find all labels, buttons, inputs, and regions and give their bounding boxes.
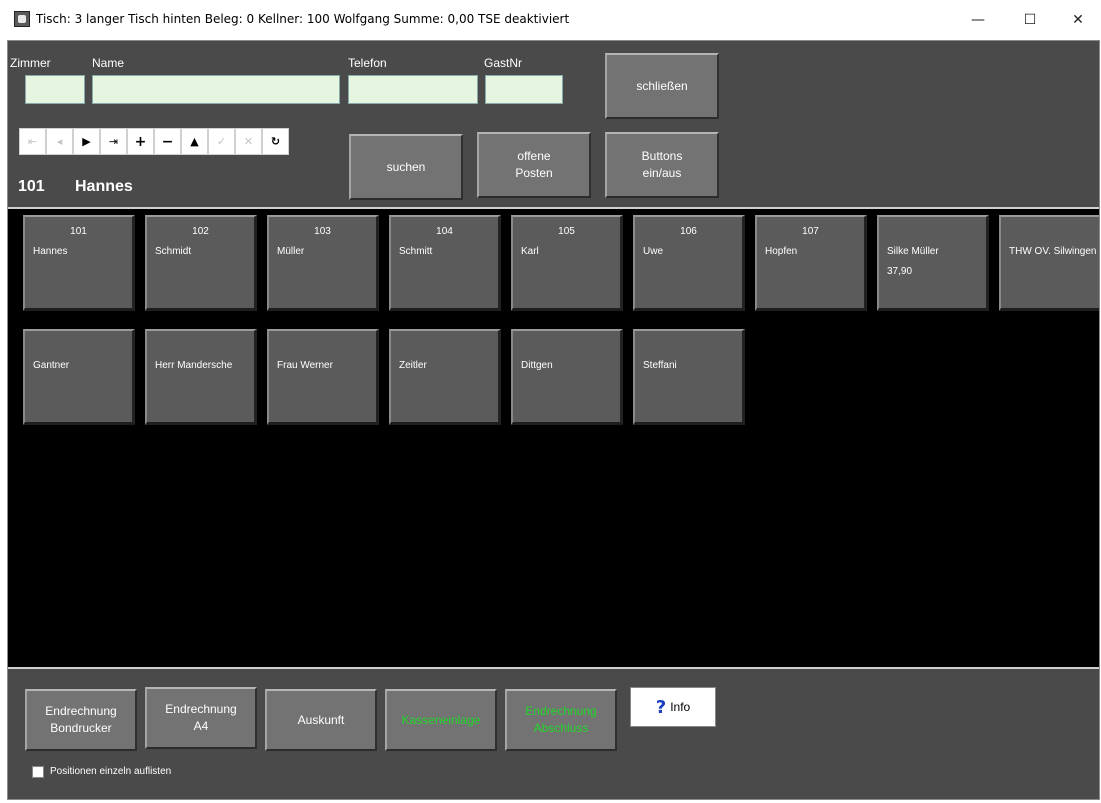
maximize-button[interactable]: ☐	[1007, 0, 1053, 40]
guest-tile-name: Müller	[277, 246, 305, 257]
guest-tile[interactable]: Gantner	[23, 329, 135, 425]
positionen-checkbox-label: Positionen einzeln auflisten	[50, 766, 172, 777]
guest-tile-name: Dittgen	[521, 360, 553, 371]
gastnr-label: GastNr	[484, 56, 523, 70]
next-record-button[interactable]: ▶	[73, 128, 100, 155]
guest-tile[interactable]: 103 Müller	[267, 215, 379, 311]
auskunft-button[interactable]: Auskunft	[265, 689, 377, 751]
first-record-button[interactable]: ⇤	[19, 128, 46, 155]
window-titlebar: Tisch: 3 langer Tisch hinten Beleg: 0 Ke…	[0, 0, 1101, 40]
guest-tile-name: Schmitt	[399, 246, 433, 257]
window-content: Zimmer Name Telefon GastNr ⇤ ◂ ▶ ⇥ + − ▲…	[7, 40, 1100, 800]
guest-tile-number: 105	[558, 226, 575, 237]
guest-tile[interactable]: Zeitler	[389, 329, 501, 425]
guest-tile-number: 102	[192, 226, 209, 237]
edit-record-button[interactable]: ▲	[181, 128, 208, 155]
endrechnung-bondrucker-button[interactable]: Endrechnung Bondrucker	[25, 689, 137, 751]
guest-tile-number: 103	[314, 226, 331, 237]
info-label: Info	[670, 700, 691, 714]
zimmer-label: Zimmer	[10, 56, 51, 70]
current-guest-name: Hannes	[75, 178, 133, 195]
prev-record-button[interactable]: ◂	[46, 128, 73, 155]
guest-tile[interactable]: Steffani	[633, 329, 745, 425]
guest-tile[interactable]: 105 Karl	[511, 215, 623, 311]
guest-tile[interactable]: 107 Hopfen	[755, 215, 867, 311]
guest-tile-sum: 37,90	[887, 266, 913, 277]
guest-tile[interactable]: 106 Uwe	[633, 215, 745, 311]
guest-tile-name: Frau Werner	[277, 360, 333, 371]
guest-tile[interactable]: Silke Müller 37,90	[877, 215, 989, 311]
offene-posten-button[interactable]: offene Posten	[477, 132, 591, 198]
close-window-button[interactable]: ✕	[1055, 0, 1101, 40]
guest-tile-name: Uwe	[643, 246, 664, 257]
guest-tile-number: 106	[680, 226, 697, 237]
search-panel: Zimmer Name Telefon GastNr ⇤ ◂ ▶ ⇥ + − ▲…	[8, 41, 1099, 209]
guest-tile-name: Gantner	[33, 360, 70, 371]
delete-record-button[interactable]: −	[154, 128, 181, 155]
record-navigator: ⇤ ◂ ▶ ⇥ + − ▲ ✓ ✕ ↻	[19, 128, 289, 155]
guest-tile-name: Hopfen	[765, 246, 798, 257]
guest-tile[interactable]: THW OV. Silwingen	[999, 215, 1099, 311]
guest-tile-name: Hannes	[33, 246, 68, 257]
guest-tile-name: Zeitler	[399, 360, 427, 371]
guest-tile[interactable]: 101 Hannes	[23, 215, 135, 311]
endrechnung-abschluss-button[interactable]: Endrechnung Abschluss	[505, 689, 617, 751]
minimize-button[interactable]: —	[955, 0, 1001, 40]
kasseneinlage-button[interactable]: Kasseneinlage	[385, 689, 497, 751]
guest-tile[interactable]: Dittgen	[511, 329, 623, 425]
guest-tile-name: Schmidt	[155, 246, 192, 257]
window-title: Tisch: 3 langer Tisch hinten Beleg: 0 Ke…	[36, 12, 570, 26]
guest-tile[interactable]: 102 Schmidt	[145, 215, 257, 311]
guest-tile-number: 104	[436, 226, 453, 237]
gastnr-field[interactable]	[485, 75, 563, 104]
guest-tile-name: Silke Müller	[887, 246, 939, 257]
guest-tile-number: 107	[802, 226, 819, 237]
guest-tile[interactable]: Frau Werner	[267, 329, 379, 425]
guest-tile-name: Steffani	[643, 360, 677, 371]
buttons-toggle-button[interactable]: Buttons ein/aus	[605, 132, 719, 198]
app-icon	[14, 11, 30, 27]
telefon-label: Telefon	[348, 56, 387, 70]
positionen-checkbox[interactable]	[32, 766, 44, 778]
info-button[interactable]: ? Info	[630, 687, 716, 727]
guest-tile-name: THW OV. Silwingen	[1009, 246, 1097, 257]
guest-tile-name: Herr Mandersche	[155, 360, 233, 371]
zimmer-field[interactable]	[25, 75, 85, 104]
guest-tile-number: 101	[70, 226, 87, 237]
add-record-button[interactable]: +	[127, 128, 154, 155]
last-record-button[interactable]: ⇥	[100, 128, 127, 155]
schliessen-button[interactable]: schließen	[605, 53, 719, 119]
guest-tile-name: Karl	[521, 246, 539, 257]
suchen-button[interactable]: suchen	[349, 134, 463, 200]
name-label: Name	[92, 56, 125, 70]
guest-tile[interactable]: Herr Mandersche	[145, 329, 257, 425]
telefon-field[interactable]	[348, 75, 478, 104]
action-panel: Endrechnung Bondrucker Endrechnung A4 Au…	[8, 667, 1099, 799]
question-icon: ?	[655, 696, 667, 718]
current-guest-number: 101	[18, 178, 45, 195]
cancel-record-button[interactable]: ✕	[235, 128, 262, 155]
refresh-icon[interactable]: ↻	[262, 128, 289, 155]
guest-tile[interactable]: 104 Schmitt	[389, 215, 501, 311]
endrechnung-a4-button[interactable]: Endrechnung A4	[145, 687, 257, 749]
name-field[interactable]	[92, 75, 340, 104]
post-record-button[interactable]: ✓	[208, 128, 235, 155]
